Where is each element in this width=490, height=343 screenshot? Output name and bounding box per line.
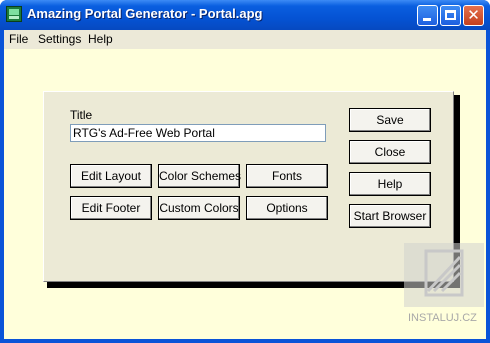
menu-file[interactable]: File (9, 32, 28, 46)
custom-colors-button[interactable]: Custom Colors (158, 196, 240, 220)
options-button[interactable]: Options (246, 196, 328, 220)
close-icon: ✕ (467, 6, 480, 24)
maximize-icon (445, 10, 456, 20)
watermark-text: INSTALUJ.CZ (408, 312, 477, 324)
window-title: Amazing Portal Generator - Portal.apg (27, 6, 263, 21)
maximize-button[interactable] (440, 5, 461, 26)
menu-bar: File Settings Help (4, 30, 486, 49)
close-button[interactable]: Close (349, 140, 431, 164)
edit-footer-button[interactable]: Edit Footer (70, 196, 152, 220)
fonts-button[interactable]: Fonts (246, 164, 328, 188)
watermark: INSTALUJ.CZ (400, 243, 488, 335)
edit-layout-button[interactable]: Edit Layout (70, 164, 152, 188)
menu-help[interactable]: Help (88, 32, 113, 46)
color-schemes-button[interactable]: Color Schemes (158, 164, 241, 188)
menu-settings[interactable]: Settings (38, 32, 81, 46)
title-input[interactable]: RTG's Ad-Free Web Portal (70, 124, 326, 142)
minimize-button[interactable] (417, 5, 438, 26)
title-bar[interactable]: Amazing Portal Generator - Portal.apg ✕ (0, 0, 490, 30)
save-button[interactable]: Save (349, 108, 431, 132)
help-button[interactable]: Help (349, 172, 431, 196)
watermark-logo-icon (404, 243, 484, 307)
start-browser-button[interactable]: Start Browser (349, 204, 431, 228)
minimize-icon (423, 18, 431, 21)
close-window-button[interactable]: ✕ (463, 5, 484, 26)
title-label: Title (70, 108, 93, 122)
portal-app-icon[interactable] (6, 6, 22, 22)
